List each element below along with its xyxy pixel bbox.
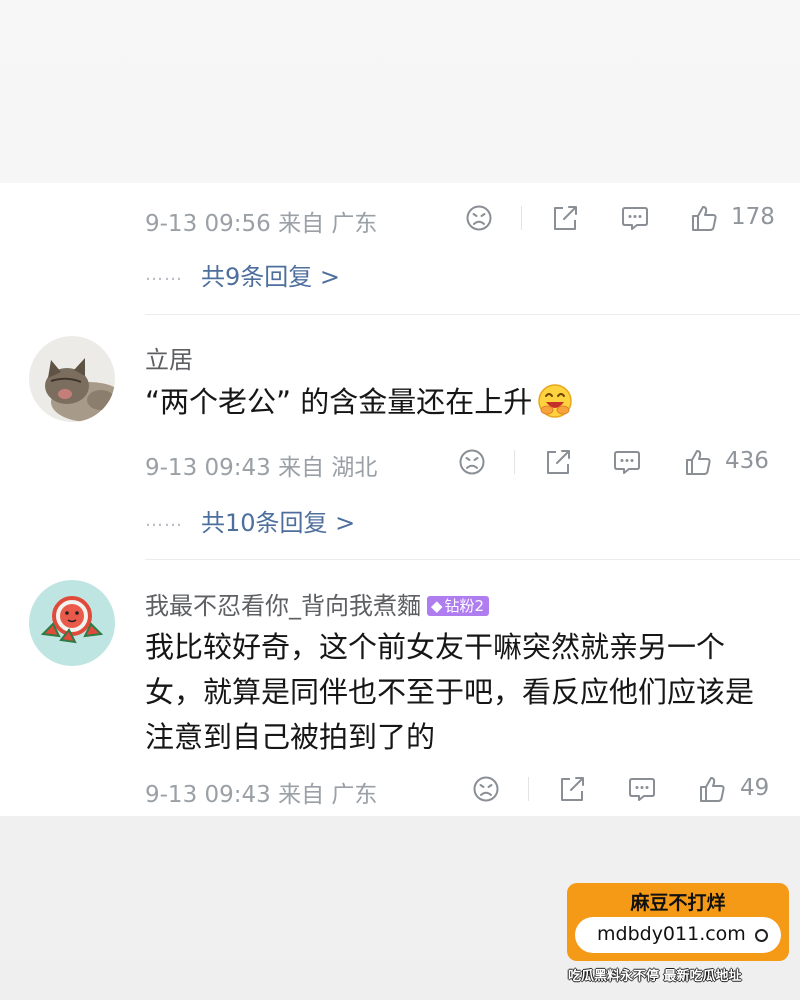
comment-meta-row: 9-13 09:43 来自 广东 49: [0, 769, 800, 809]
replies-dots: ……: [145, 510, 183, 531]
dislike-icon[interactable]: [464, 204, 494, 232]
like-icon[interactable]: [697, 775, 727, 803]
comment-location: 来自 广东: [278, 782, 378, 808]
like-count: 178: [731, 204, 775, 230]
circle-icon: [755, 929, 768, 942]
comment-icon[interactable]: [620, 204, 650, 232]
watermark-footer: 吃瓜黑料永不停 最新吃瓜地址: [568, 969, 742, 984]
fan-badge[interactable]: ◆ 钻粉2: [427, 596, 490, 616]
comment-body: “两个老公” 的含金量还在上升: [145, 385, 533, 419]
comment-meta: 9-13 09:43 来自 湖北: [145, 448, 377, 482]
diamond-icon: ◆: [431, 597, 443, 615]
share-icon[interactable]: [557, 775, 587, 803]
comment-meta-row: 9-13 09:43 来自 湖北 436: [0, 442, 800, 482]
like-count: 436: [725, 448, 769, 474]
comment-text: 我比较好奇，这个前女友干嘛突然就亲另一个女，就算是同伴也不至于吧，看反应他们应该…: [145, 630, 755, 754]
comment-icon[interactable]: [612, 448, 642, 476]
comment-username[interactable]: 立居: [145, 340, 193, 375]
share-icon[interactable]: [550, 204, 580, 232]
comments-card: 9-13 09:56 来自 广东 178 …… 共9条回复 > 立居 “两个老公”…: [0, 183, 800, 816]
avatar[interactable]: [29, 580, 115, 666]
replies-link-text: 共9条回复 >: [201, 263, 341, 291]
like-count: 49: [740, 775, 770, 801]
comment-location: 来自 广东: [278, 211, 378, 237]
watermelon-avatar-icon: [29, 580, 115, 666]
comment-username-text: 我最不忍看你_背向我煮麵: [145, 592, 421, 620]
replies-link-text: 共10条回复 >: [201, 509, 356, 537]
comment-timestamp: 9-13 09:43: [145, 782, 271, 808]
action-divider: [528, 777, 529, 801]
comment-icon[interactable]: [627, 775, 657, 803]
watermark-title: 麻豆不打烊: [630, 892, 726, 914]
like-icon[interactable]: [689, 204, 719, 232]
watermark-url-pill: mdbdy011.com: [575, 917, 781, 953]
comment-timestamp: 9-13 09:43: [145, 455, 271, 481]
grinning-face-emoji-icon: [538, 384, 573, 418]
view-replies-link[interactable]: …… 共10条回复 >: [145, 503, 355, 537]
comment-meta: 9-13 09:43 来自 广东: [145, 775, 377, 809]
comment-meta-row: 9-13 09:56 来自 广东 178: [0, 198, 800, 238]
dislike-icon[interactable]: [471, 775, 501, 803]
comment-text: “两个老公” 的含金量还在上升: [145, 380, 775, 425]
share-icon[interactable]: [543, 448, 573, 476]
replies-dots: ……: [145, 264, 183, 285]
dislike-icon[interactable]: [457, 448, 487, 476]
fan-badge-text: 钻粉2: [444, 597, 485, 615]
action-divider: [514, 450, 515, 474]
watermark-url: mdbdy011.com: [597, 923, 746, 945]
view-replies-link[interactable]: …… 共9条回复 >: [145, 257, 340, 291]
kitten-avatar-icon: [29, 336, 115, 422]
comment-username[interactable]: 我最不忍看你_背向我煮麵 ◆ 钻粉2: [145, 586, 490, 621]
like-icon[interactable]: [683, 448, 713, 476]
comment-location: 来自 湖北: [278, 455, 378, 481]
avatar[interactable]: [29, 336, 115, 422]
comment-divider: [145, 559, 800, 560]
action-divider: [521, 206, 522, 230]
watermark-box: 麻豆不打烊 mdbdy011.com: [567, 883, 789, 961]
comment-meta: 9-13 09:56 来自 广东: [145, 204, 377, 238]
comment-divider: [145, 314, 800, 315]
comment-timestamp: 9-13 09:56: [145, 211, 271, 237]
